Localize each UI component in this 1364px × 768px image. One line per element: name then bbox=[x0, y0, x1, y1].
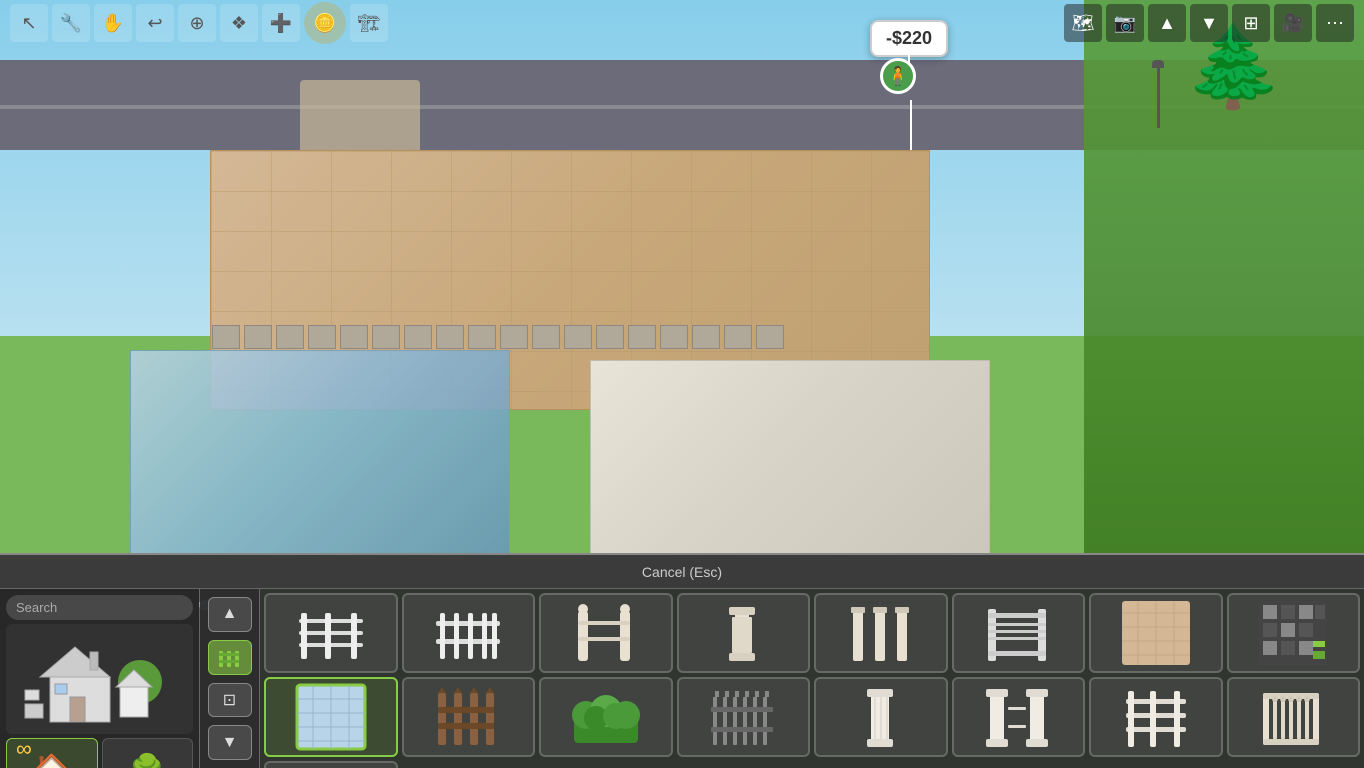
camera-button[interactable]: 📷 bbox=[1106, 4, 1144, 42]
wrench-tool-button[interactable]: 🔧 bbox=[52, 4, 90, 42]
item-rail-fence[interactable] bbox=[1089, 677, 1223, 757]
battlement-block bbox=[596, 325, 624, 349]
sub-arrow-down[interactable]: ▼ bbox=[208, 725, 252, 760]
item-column-rail-light[interactable] bbox=[539, 593, 673, 673]
more-options-button[interactable]: ⋯ bbox=[1316, 4, 1354, 42]
search-input[interactable] bbox=[16, 600, 192, 615]
item-dark-checker[interactable] bbox=[1227, 593, 1361, 673]
sub-arrows: ▲ ⊡ ▼ bbox=[200, 589, 260, 768]
simoleons-button[interactable]: 🪙 bbox=[304, 2, 346, 44]
record-button[interactable]: 🎥 bbox=[1274, 4, 1312, 42]
items-grid bbox=[260, 589, 1364, 768]
top-toolbar: ↖ 🔧 ✋ ↩ ⊕ ❖ ➕ 🪙 🏗 🗺 📷 ▲ ▼ ⊞ 🎥 ⋯ bbox=[0, 0, 1364, 46]
bottom-panel: Cancel (Esc) 🔍 bbox=[0, 553, 1364, 768]
battlement-block bbox=[212, 325, 240, 349]
battlement-block bbox=[340, 325, 368, 349]
map-button[interactable]: 🗺 bbox=[1064, 4, 1102, 42]
battlement-block bbox=[244, 325, 272, 349]
item-double-pillar[interactable] bbox=[952, 677, 1086, 757]
battlement-block bbox=[628, 325, 656, 349]
battlement-block bbox=[372, 325, 400, 349]
battlement-block bbox=[564, 325, 592, 349]
item-wooden-fence[interactable] bbox=[402, 677, 536, 757]
item-double-rail[interactable] bbox=[952, 593, 1086, 673]
cursor-tool-button[interactable]: ↖ bbox=[10, 4, 48, 42]
item-white-pillar[interactable] bbox=[814, 677, 948, 757]
item-iron-fence[interactable] bbox=[677, 677, 811, 757]
street-lamp bbox=[1152, 60, 1164, 128]
lamp-head bbox=[1152, 60, 1164, 68]
item-ornate-rail[interactable] bbox=[1227, 677, 1361, 757]
battlement-block bbox=[468, 325, 496, 349]
hand-tool-button[interactable]: ✋ bbox=[94, 4, 132, 42]
game-viewport: 🌲 -$220 🧍 bbox=[0, 0, 1364, 560]
item-tan-pattern[interactable] bbox=[1089, 593, 1223, 673]
add-tool-button[interactable]: ➕ bbox=[262, 4, 300, 42]
move-tool-button[interactable]: ⊕ bbox=[178, 4, 216, 42]
item-white-rail-2[interactable] bbox=[402, 593, 536, 673]
fence-icon-svg bbox=[216, 643, 244, 671]
multi-tool-button[interactable]: ❖ bbox=[220, 4, 258, 42]
sub-arrow-up[interactable]: ▲ bbox=[208, 597, 252, 632]
house-illustration[interactable] bbox=[6, 624, 193, 734]
sub-fence-active[interactable] bbox=[208, 640, 252, 675]
rotate-down-button[interactable]: ▼ bbox=[1190, 4, 1228, 42]
toolbar-right: 🗺 📷 ▲ ▼ ⊞ 🎥 ⋯ bbox=[1064, 4, 1354, 42]
undo-button[interactable]: ↩ bbox=[136, 4, 174, 42]
battlement-block bbox=[660, 325, 688, 349]
house-svg bbox=[20, 632, 180, 727]
building-base bbox=[130, 150, 1010, 560]
bulldoze-button[interactable]: 🏗 bbox=[350, 4, 388, 42]
battlement-block bbox=[724, 325, 752, 349]
coins-icon: ∞ bbox=[16, 736, 32, 762]
item-blue-pattern-selected[interactable] bbox=[264, 677, 398, 757]
rotate-up-button[interactable]: ▲ bbox=[1148, 4, 1186, 42]
item-green-hedge[interactable] bbox=[539, 677, 673, 757]
battlement-block bbox=[276, 325, 304, 349]
battlement-block bbox=[436, 325, 464, 349]
search-bar: 🔍 bbox=[6, 595, 193, 620]
tooltip-line bbox=[910, 100, 912, 150]
item-single-column[interactable] bbox=[677, 593, 811, 673]
item-triple-column[interactable] bbox=[814, 593, 948, 673]
toolbar-left: ↖ 🔧 ✋ ↩ ⊕ ❖ ➕ 🪙 🏗 bbox=[10, 2, 388, 44]
battlement-block bbox=[756, 325, 784, 349]
battlement-block bbox=[500, 325, 528, 349]
battlement-block bbox=[404, 325, 432, 349]
battlement-block bbox=[308, 325, 336, 349]
battlement-block bbox=[532, 325, 560, 349]
sidewalk bbox=[300, 80, 420, 160]
sim-icon: 🧍 bbox=[880, 58, 916, 94]
sub-box[interactable]: ⊡ bbox=[208, 683, 252, 718]
cancel-bar: Cancel (Esc) bbox=[0, 555, 1364, 589]
panel-content: 🔍 bbox=[0, 589, 1364, 768]
zoom-button[interactable]: ⊞ bbox=[1232, 4, 1270, 42]
item-green-shrub[interactable] bbox=[264, 761, 398, 768]
item-white-horiz-rail[interactable] bbox=[264, 593, 398, 673]
category-grid: 🏠 🌳 🪑 ∞ bbox=[6, 624, 193, 768]
category-fence[interactable]: 🌳 bbox=[102, 738, 194, 768]
wall-right bbox=[590, 360, 990, 560]
battlement-block bbox=[692, 325, 720, 349]
cancel-button[interactable]: Cancel (Esc) bbox=[626, 560, 738, 584]
lamp-pole bbox=[1157, 68, 1160, 128]
wall-left bbox=[130, 350, 510, 560]
